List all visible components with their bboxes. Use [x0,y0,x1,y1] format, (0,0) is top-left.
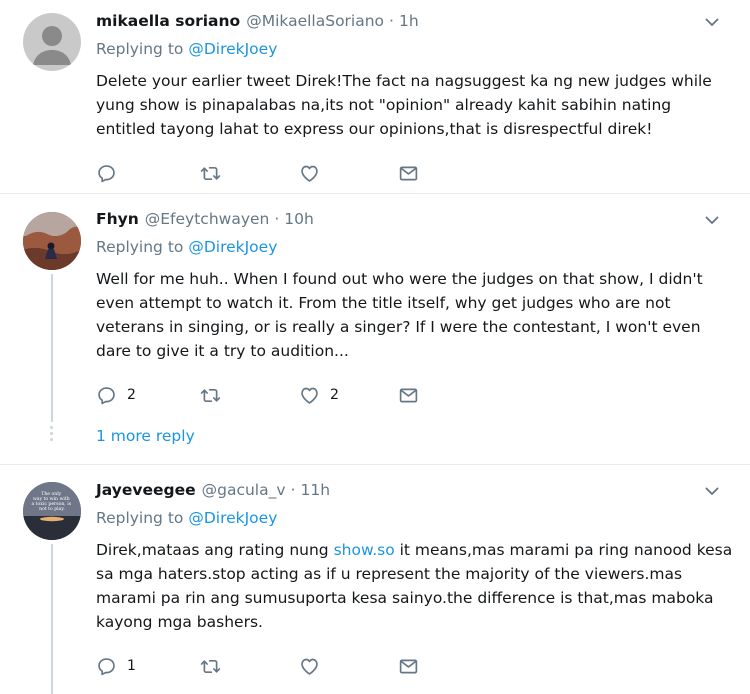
like-icon [299,163,320,184]
direct-message-button[interactable] [398,655,419,677]
like-button[interactable]: 2 [299,384,339,406]
reply-icon [96,656,117,677]
user-name[interactable]: mikaella soriano [96,12,240,30]
replying-prefix: Replying to [96,509,184,527]
mention-link[interactable]: @DirekJoey [188,40,277,58]
tweet-header: mikaella soriano @MikaellaSoriano · 1h [96,10,736,32]
default-avatar-icon [33,26,71,65]
message-icon [398,656,419,677]
avatar[interactable]: The only way to win with a toxic person,… [23,482,81,540]
retweet-icon [200,163,221,184]
reply-icon [96,385,117,406]
reply-button[interactable]: 2 [96,384,136,406]
replying-to: Replying to @DirekJoey [96,238,736,258]
tweet-content: mikaella soriano @MikaellaSoriano · 1h R… [96,10,736,141]
tweet-header: Fhyn @Efeytchwayen · 10h [96,208,736,230]
replying-prefix: Replying to [96,238,184,256]
tweet-text-line: Well for me huh.. When I found out who w… [96,270,703,288]
user-handle[interactable]: @Efeytchwayen [145,210,270,228]
replying-to: Replying to @DirekJoey [96,40,736,60]
tweet-text: Well for me huh.. When I found out who w… [96,267,736,363]
mention-link[interactable]: @DirekJoey [188,509,277,527]
tweet-text: Direk,mataas ang rating nung show.so it … [96,538,736,634]
tweet-text-line: even attempt to watch it. From the title… [96,294,671,312]
thread-line [51,274,53,422]
replying-prefix: Replying to [96,40,184,58]
reply-button[interactable] [96,162,117,184]
direct-message-button[interactable] [398,162,419,184]
reply-icon [96,163,117,184]
reply-count: 1 [127,658,136,674]
like-count: 2 [330,387,339,403]
landscape-avatar-image [23,212,81,270]
user-handle[interactable]: @MikaellaSoriano [246,12,384,30]
tweet-text-segment: it means,mas marami pa ring nanood kesa [394,541,733,559]
message-icon [398,163,419,184]
separator-dot: · [274,210,280,228]
tweet-text: Delete your earlier tweet Direk!The fact… [96,69,736,141]
user-name[interactable]: Jayeveegee [96,481,196,499]
reply-count: 2 [127,387,136,403]
avatar[interactable] [23,13,81,71]
tweet[interactable]: mikaella soriano @MikaellaSoriano · 1h R… [0,0,750,194]
message-icon [398,385,419,406]
tweet-text-line: yung show is pinapalabas na,its not "opi… [96,96,672,114]
tweet-text-line: Direk,mataas ang rating nung show.so it … [96,538,736,562]
like-button[interactable] [299,655,320,677]
thread-line [51,544,53,694]
timestamp[interactable]: 10h [284,210,314,228]
tweet-content: Fhyn @Efeytchwayen · 10h Replying to @Di… [96,208,736,363]
separator-dot: · [290,481,296,499]
timestamp[interactable]: 1h [399,12,419,30]
tweet-text-line: marami pa rin ang sumusuporta kesa sainy… [96,589,714,607]
tweet-text-segment: Direk,mataas ang rating nung [96,541,334,559]
reply-button[interactable]: 1 [96,655,136,677]
tweet-text-line: dare to give it a try to audition... [96,342,349,360]
replying-to: Replying to @DirekJoey [96,509,736,529]
tweet-text-line: Delete your earlier tweet Direk!The fact… [96,72,712,90]
quote-avatar-image: The only way to win with a toxic person,… [23,482,81,540]
like-button[interactable] [299,162,320,184]
retweet-icon [200,656,221,677]
retweet-button[interactable] [200,655,221,677]
like-icon [299,656,320,677]
retweet-icon [200,385,221,406]
more-replies-link[interactable]: 1 more reply [96,427,195,445]
tweet[interactable]: Fhyn @Efeytchwayen · 10h Replying to @Di… [0,195,750,465]
inline-link[interactable]: show.so [334,541,395,559]
tweet-text-line: veterans in singing, or is really a sing… [96,318,701,336]
user-handle[interactable]: @gacula_v [202,481,286,499]
tweet[interactable]: The only way to win with a toxic person,… [0,466,750,694]
thread-gap-dots[interactable] [49,426,55,444]
tweet-content: Jayeveegee @gacula_v · 11h Replying to @… [96,479,736,634]
avatar[interactable] [23,212,81,270]
timestamp[interactable]: 11h [300,481,330,499]
retweet-button[interactable] [200,162,221,184]
tweet-text-line: entitled tayong lahat to express our opi… [96,120,653,138]
tweet-text-line: sa mga haters.stop acting as if u repres… [96,565,683,583]
tweet-text-line: kayong mga bashers. [96,613,263,631]
tweet-header: Jayeveegee @gacula_v · 11h [96,479,736,501]
like-icon [299,385,320,406]
user-name[interactable]: Fhyn [96,210,139,228]
direct-message-button[interactable] [398,384,419,406]
mention-link[interactable]: @DirekJoey [188,238,277,256]
retweet-button[interactable] [200,384,221,406]
separator-dot: · [389,12,394,30]
